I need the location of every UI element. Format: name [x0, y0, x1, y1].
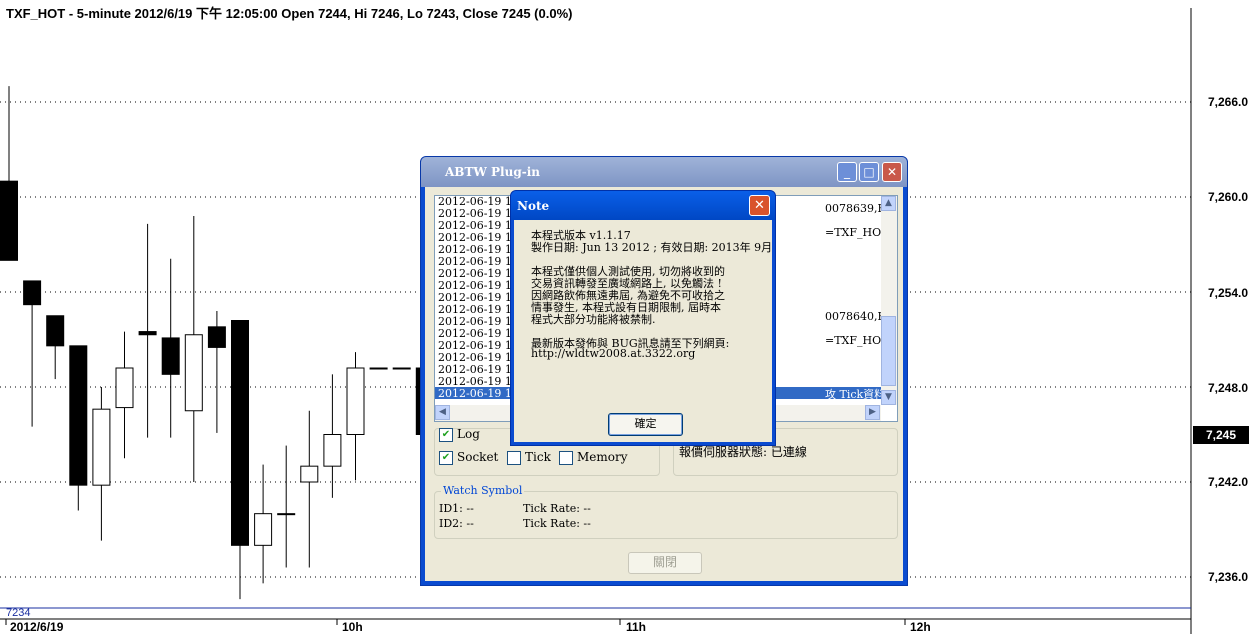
- watch-symbol-title: Watch Symbol: [441, 484, 525, 497]
- candle-body: [0, 180, 18, 261]
- y-tick-label: 7,254.0: [1208, 286, 1249, 300]
- bottom-price-tag: 7234: [6, 607, 31, 619]
- x-axis-label: 11h: [626, 620, 647, 634]
- note-title: Note: [517, 199, 550, 213]
- candle-body: [92, 408, 111, 486]
- candle-body: [69, 345, 88, 486]
- y-tick-label: 7,242.0: [1208, 475, 1249, 489]
- candle-body: [184, 334, 203, 412]
- scroll-right-icon[interactable]: ▶: [865, 405, 880, 420]
- candle-body: [115, 367, 134, 409]
- note-title-bar[interactable]: Note ✕: [511, 191, 775, 220]
- note-text-line: 程式大部分功能將被禁制.: [531, 313, 656, 326]
- tick-rate-2-label: Tick Rate: --: [523, 517, 591, 530]
- candle-body: [46, 315, 65, 347]
- note-text-line: http://wldtw2008.at.3322.org: [531, 347, 696, 360]
- y-tick-label: 7,260.0: [1208, 190, 1249, 204]
- close-icon[interactable]: ✕: [749, 195, 770, 216]
- last-price-tag: 7,245: [1193, 426, 1249, 444]
- close-button[interactable]: 關閉: [628, 552, 702, 574]
- x-axis-label: 10h: [342, 620, 363, 634]
- chart-header: TXF_HOT - 5-minute 2012/6/19 下午 12:05:00…: [6, 6, 573, 21]
- scroll-up-icon[interactable]: ▲: [881, 196, 896, 211]
- id1-label: ID1: --: [439, 502, 474, 515]
- candle-body: [161, 337, 180, 375]
- abtw-window-title: ABTW Plug-in: [445, 165, 540, 179]
- candle-body: [323, 434, 342, 467]
- y-tick-label: 7,248.0: [1208, 381, 1249, 395]
- candle-body: [231, 320, 249, 546]
- candle-body: [207, 326, 226, 348]
- candle-body: [277, 513, 296, 516]
- x-axis-label: 12h: [910, 620, 931, 634]
- id2-label: ID2: --: [439, 517, 474, 530]
- candle-body: [254, 513, 273, 546]
- log-checkbox[interactable]: ✔ Log: [439, 427, 480, 442]
- minimize-icon[interactable]: _: [837, 162, 857, 182]
- watch-symbol-group: [434, 491, 898, 539]
- candle-body: [346, 367, 365, 435]
- maximize-icon[interactable]: □: [859, 162, 879, 182]
- close-icon[interactable]: ✕: [882, 162, 902, 182]
- scroll-thumb[interactable]: [881, 316, 896, 386]
- x-axis-label: 2012/6/19: [10, 620, 64, 634]
- candle-body: [392, 367, 411, 370]
- y-tick-label: 7,266.0: [1208, 95, 1249, 109]
- candle-body: [23, 280, 42, 306]
- memory-checkbox[interactable]: Memory: [559, 450, 628, 465]
- candle-body: [369, 367, 388, 370]
- log-fragment: 攻 Tick資料: [825, 388, 886, 401]
- candle-body: [300, 465, 319, 483]
- note-client-area: 本程式版本 v1.1.17 製作日期: Jun 13 2012 ; 有效日期: 2…: [514, 220, 772, 442]
- tick-rate-1-label: Tick Rate: --: [523, 502, 591, 515]
- scroll-down-icon[interactable]: ▼: [881, 390, 896, 405]
- candle-body: [138, 331, 157, 336]
- socket-checkbox[interactable]: ✔ Socket: [439, 450, 498, 465]
- ok-button[interactable]: 確定: [608, 413, 683, 436]
- tick-checkbox[interactable]: Tick: [507, 450, 551, 465]
- y-tick-label: 7,236.0: [1208, 570, 1249, 584]
- note-text-line: 製作日期: Jun 13 2012 ; 有效日期: 2013年 9月: [531, 241, 773, 254]
- scroll-left-icon[interactable]: ◀: [435, 405, 450, 420]
- abtw-title-bar[interactable]: ABTW Plug-in _ □ ✕: [421, 157, 907, 187]
- note-dialog[interactable]: Note ✕ 本程式版本 v1.1.17 製作日期: Jun 13 2012 ; …: [510, 190, 776, 446]
- vertical-scrollbar[interactable]: ▲ ▼: [881, 196, 897, 405]
